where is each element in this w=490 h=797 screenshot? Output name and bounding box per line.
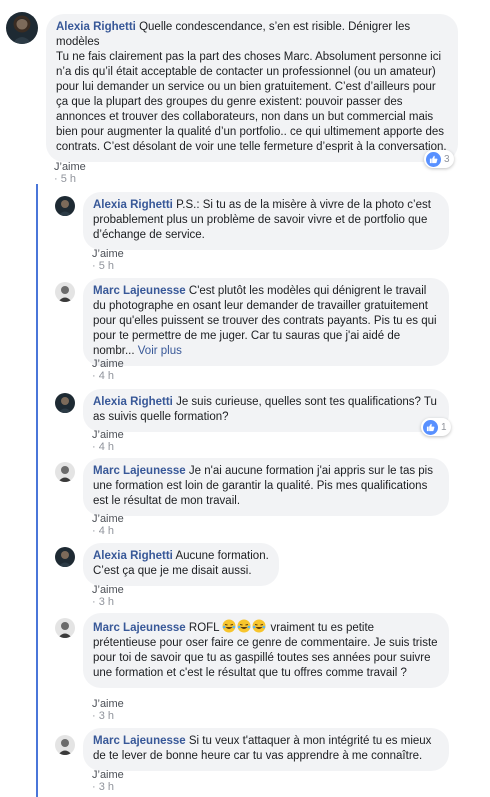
- comment-bubble: Marc Lajeunesse Je n'ai aucune formation…: [83, 458, 449, 516]
- timestamp[interactable]: 3 h: [99, 710, 114, 722]
- timestamp[interactable]: 4 h: [99, 370, 114, 382]
- like-link[interactable]: J’aime: [92, 429, 124, 441]
- separator-dot: ·: [92, 710, 99, 722]
- comment-bubble: Alexia Righetti P.S.: Si tu as de la mis…: [83, 192, 449, 250]
- comment-bubble: Marc Lajeunesse C'est plutôt les modèles…: [83, 278, 449, 366]
- separator-dot: ·: [54, 173, 61, 185]
- thumbs-up-icon: [426, 151, 441, 167]
- separator-dot: ·: [92, 370, 99, 382]
- timestamp[interactable]: 4 h: [99, 525, 114, 537]
- avatar-alexia[interactable]: [55, 393, 75, 413]
- avatar-alexia[interactable]: [55, 196, 75, 216]
- avatar-marc[interactable]: [55, 735, 75, 755]
- comment-actions: J’aime · 5 h: [92, 248, 124, 272]
- avatar-marc[interactable]: [55, 618, 75, 638]
- timestamp[interactable]: 5 h: [99, 260, 114, 272]
- avatar-marc[interactable]: [55, 282, 75, 302]
- timestamp[interactable]: 3 h: [99, 596, 114, 608]
- reaction-count[interactable]: 1: [421, 418, 451, 436]
- avatar-alexia[interactable]: [55, 547, 75, 567]
- comment-bubble: Alexia Righetti Je suis curieuse, quelle…: [83, 389, 449, 432]
- separator-dot: ·: [92, 525, 99, 537]
- timestamp[interactable]: 4 h: [99, 441, 114, 453]
- comment-actions: J’aime · 3 h: [92, 769, 124, 793]
- comment-text: Quelle condescendance, s’en est risible.…: [56, 21, 447, 153]
- comment-bubble: Marc Lajeunesse ROFL vraiment tu es peti…: [83, 613, 449, 688]
- comment-author[interactable]: Alexia Righetti: [56, 21, 136, 33]
- comment-author[interactable]: Alexia Righetti: [93, 550, 173, 562]
- avatar-alexia[interactable]: [6, 12, 38, 44]
- see-more-link[interactable]: Voir plus: [138, 345, 182, 357]
- separator-dot: ·: [92, 441, 99, 453]
- reply-thread-line: [36, 184, 38, 797]
- laughing-tears-emoji-icon: [222, 619, 267, 634]
- comment-author[interactable]: Marc Lajeunesse: [93, 735, 186, 747]
- comment-bubble: Marc Lajeunesse Si tu veux t'attaquer à …: [83, 728, 449, 771]
- comment-bubble: Alexia Righetti Quelle condescendance, s…: [46, 14, 458, 162]
- comment-author[interactable]: Marc Lajeunesse: [93, 285, 186, 297]
- avatar-marc[interactable]: [55, 462, 75, 482]
- reaction-number: 3: [444, 153, 450, 165]
- like-link[interactable]: J’aime: [92, 584, 124, 596]
- separator-dot: ·: [92, 596, 99, 608]
- comment-author[interactable]: Alexia Righetti: [93, 396, 173, 408]
- comment-author[interactable]: Marc Lajeunesse: [93, 465, 186, 477]
- comment-author[interactable]: Alexia Righetti: [93, 199, 173, 211]
- reaction-count[interactable]: 3: [424, 150, 454, 168]
- like-link[interactable]: J’aime: [54, 161, 86, 173]
- reaction-number: 1: [441, 421, 447, 433]
- like-link[interactable]: J’aime: [92, 513, 124, 525]
- thumbs-up-icon: [423, 419, 438, 435]
- comment-actions: J’aime · 3 h: [92, 698, 124, 722]
- separator-dot: ·: [92, 260, 99, 272]
- comment-actions: J’aime · 4 h: [92, 429, 124, 453]
- comment-bubble: Alexia Righetti Aucune formation. C’est …: [83, 543, 279, 586]
- timestamp[interactable]: 3 h: [99, 781, 114, 793]
- comment-actions: J’aime · 5 h: [54, 161, 86, 185]
- comment-actions: J’aime · 4 h: [92, 358, 124, 382]
- comment-actions: J’aime · 4 h: [92, 513, 124, 537]
- separator-dot: ·: [92, 781, 99, 793]
- timestamp[interactable]: 5 h: [61, 173, 76, 185]
- like-link[interactable]: J’aime: [92, 769, 124, 781]
- like-link[interactable]: J’aime: [92, 358, 124, 370]
- comment-text-prefix: ROFL: [185, 622, 223, 634]
- comment-author[interactable]: Marc Lajeunesse: [93, 622, 186, 634]
- comment-actions: J’aime · 3 h: [92, 584, 124, 608]
- like-link[interactable]: J’aime: [92, 248, 124, 260]
- like-link[interactable]: J’aime: [92, 698, 124, 710]
